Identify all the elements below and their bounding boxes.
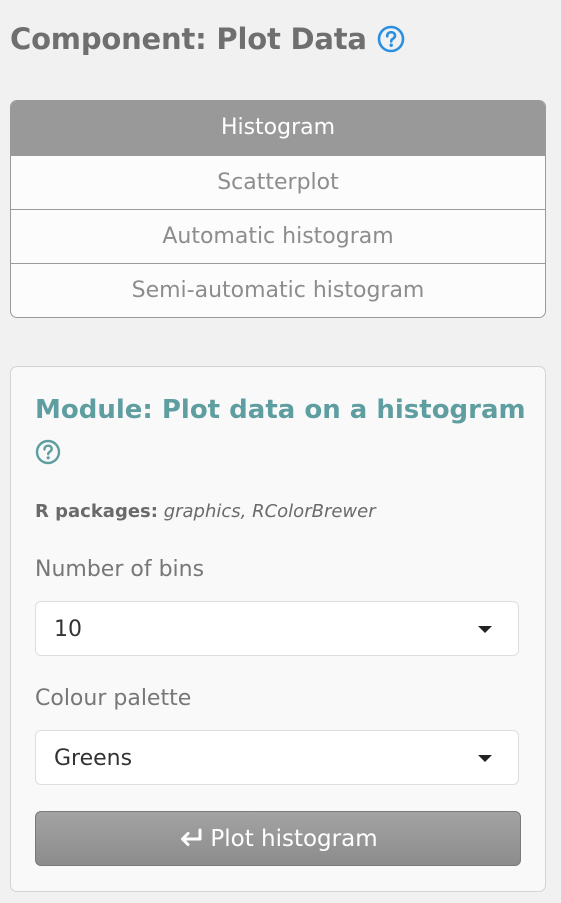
module-title: Module: Plot data on a histogram — [35, 395, 526, 425]
bins-label: Number of bins — [35, 557, 205, 582]
page: Component: Plot Data Histogram Scatterpl… — [0, 0, 561, 903]
tab-list: Histogram Scatterplot Automatic histogra… — [10, 100, 546, 318]
packages-list: graphics, RColorBrewer — [163, 501, 376, 522]
packages-label: R packages: — [35, 501, 158, 522]
enter-arrow-icon — [178, 828, 204, 850]
palette-select[interactable]: Greens — [35, 730, 519, 785]
tab-automatic-histogram[interactable]: Automatic histogram — [11, 209, 545, 263]
packages-line: R packages: graphics, RColorBrewer — [35, 501, 376, 522]
question-circle-icon[interactable] — [35, 439, 61, 465]
module-card: Module: Plot data on a histogram R packa… — [10, 366, 546, 892]
caret-down-icon — [478, 626, 492, 633]
plot-histogram-button[interactable]: Plot histogram — [35, 811, 521, 866]
component-title: Component: Plot Data — [10, 22, 405, 56]
bins-select-value: 10 — [54, 617, 82, 642]
tab-semi-automatic-histogram[interactable]: Semi-automatic histogram — [11, 263, 545, 317]
palette-select-value: Greens — [54, 746, 133, 771]
tab-scatterplot[interactable]: Scatterplot — [11, 155, 545, 209]
plot-histogram-label: Plot histogram — [210, 825, 378, 852]
tab-histogram[interactable]: Histogram — [11, 101, 545, 155]
caret-down-icon — [478, 755, 492, 762]
palette-label: Colour palette — [35, 686, 192, 711]
component-title-text: Component: Plot Data — [10, 22, 367, 56]
question-circle-icon[interactable] — [377, 25, 405, 53]
bins-select[interactable]: 10 — [35, 601, 519, 656]
